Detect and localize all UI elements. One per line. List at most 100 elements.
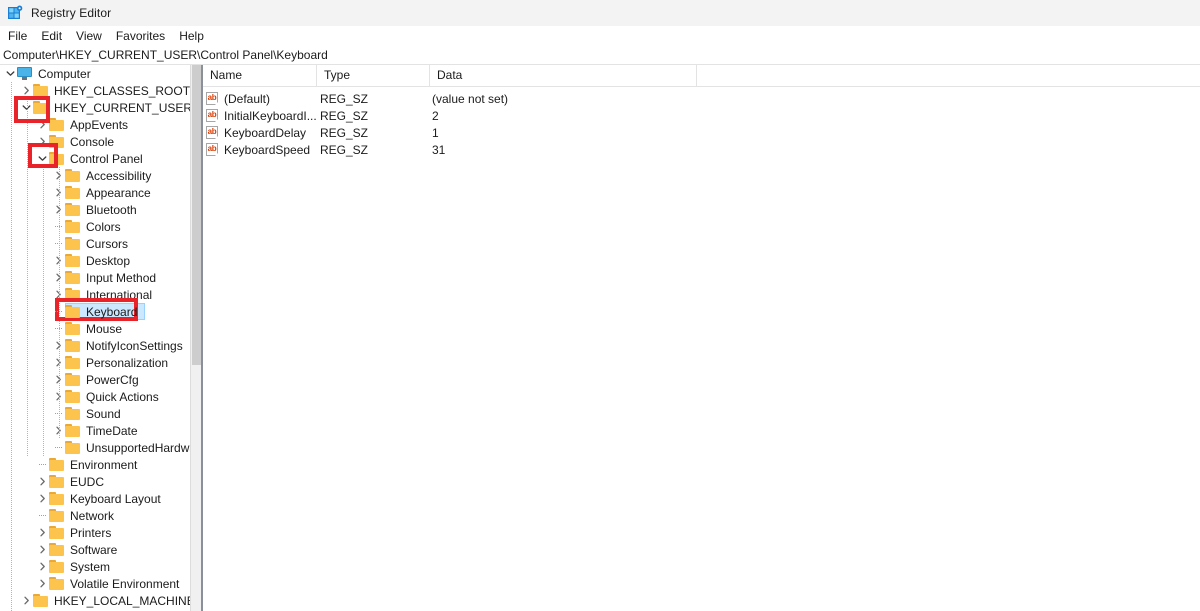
tree-item-label: UnsupportedHardwareN bbox=[85, 441, 190, 455]
chevron-right-icon[interactable] bbox=[36, 575, 49, 592]
tree-item-label: HKEY_CURRENT_USER bbox=[53, 101, 190, 115]
values-list-header: Name Type Data bbox=[203, 65, 1200, 87]
value-data: 2 bbox=[432, 109, 439, 123]
value-type: REG_SZ bbox=[320, 143, 430, 157]
value-type: REG_SZ bbox=[320, 126, 430, 140]
tree-item-cursors[interactable]: Cursors bbox=[0, 235, 190, 252]
tree-item-hkey-current-user[interactable]: HKEY_CURRENT_USER bbox=[0, 99, 190, 116]
column-data[interactable]: Data bbox=[430, 65, 697, 86]
folder-icon bbox=[65, 424, 81, 437]
tree-item-unsupportedhardwaren[interactable]: UnsupportedHardwareN bbox=[0, 439, 190, 456]
chevron-right-icon[interactable] bbox=[20, 82, 33, 99]
menu-edit[interactable]: Edit bbox=[34, 27, 69, 45]
tree-item-colors[interactable]: Colors bbox=[0, 218, 190, 235]
tree-item-powercfg[interactable]: PowerCfg bbox=[0, 371, 190, 388]
tree-item-label: TimeDate bbox=[85, 424, 138, 438]
value-name: KeyboardDelay bbox=[224, 126, 335, 140]
title-bar: Registry Editor bbox=[0, 0, 1200, 26]
tree-item-appearance[interactable]: Appearance bbox=[0, 184, 190, 201]
tree-item-label: NotifyIconSettings bbox=[85, 339, 183, 353]
tree-item-printers[interactable]: Printers bbox=[0, 524, 190, 541]
content-panes: ComputerHKEY_CLASSES_ROOT HKEY_CURRENT_US… bbox=[0, 65, 1200, 611]
chevron-right-icon[interactable] bbox=[36, 541, 49, 558]
table-row[interactable]: ab KeyboardSpeedREG_SZ31 bbox=[203, 141, 1200, 158]
string-value-icon: ab bbox=[206, 92, 219, 105]
tree-item-label: HKEY_LOCAL_MACHINE bbox=[53, 594, 190, 608]
table-row[interactable]: ab(Default)REG_SZ(value not set) bbox=[203, 90, 1200, 107]
tree-item-label: Personalization bbox=[85, 356, 168, 370]
folder-icon bbox=[49, 509, 65, 522]
table-row[interactable]: abInitialKeyboardI...REG_SZ2 bbox=[203, 107, 1200, 124]
registry-tree[interactable]: ComputerHKEY_CLASSES_ROOT HKEY_CURRENT_US… bbox=[0, 65, 190, 611]
tree-item-quick-actions[interactable]: Quick Actions bbox=[0, 388, 190, 405]
chevron-right-icon[interactable] bbox=[36, 473, 49, 490]
folder-icon bbox=[65, 220, 81, 233]
tree-item-sound[interactable]: Sound bbox=[0, 405, 190, 422]
tree-item-international[interactable]: International bbox=[0, 286, 190, 303]
tree-item-hkey-classes-root[interactable]: HKEY_CLASSES_ROOT bbox=[0, 82, 190, 99]
chevron-right-icon[interactable] bbox=[36, 116, 49, 133]
folder-icon bbox=[65, 356, 81, 369]
menu-view[interactable]: View bbox=[69, 27, 109, 45]
tree-item-console[interactable]: Console bbox=[0, 133, 190, 150]
column-name[interactable]: Name bbox=[203, 65, 317, 86]
folder-icon bbox=[65, 322, 81, 335]
chevron-right-icon[interactable] bbox=[36, 558, 49, 575]
value-name: KeyboardSpeed bbox=[224, 143, 335, 157]
tree-item-notifyiconsettings[interactable]: NotifyIconSettings bbox=[0, 337, 190, 354]
tree-item-keyboard[interactable]: Keyboard bbox=[0, 303, 190, 320]
window-title: Registry Editor bbox=[31, 6, 111, 20]
tree-item-label: Computer bbox=[37, 67, 91, 81]
folder-icon bbox=[49, 152, 65, 165]
tree-item-volatile-environment[interactable]: Volatile Environment bbox=[0, 575, 190, 592]
chevron-right-icon[interactable] bbox=[36, 524, 49, 541]
tree-item-system[interactable]: System bbox=[0, 558, 190, 575]
tree-item-desktop[interactable]: Desktop bbox=[0, 252, 190, 269]
tree-item-personalization[interactable]: Personalization bbox=[0, 354, 190, 371]
column-type[interactable]: Type bbox=[317, 65, 430, 86]
tree-item-environment[interactable]: Environment bbox=[0, 456, 190, 473]
folder-icon bbox=[33, 101, 49, 114]
tree-item-network[interactable]: Network bbox=[0, 507, 190, 524]
tree-item-appevents[interactable]: AppEvents bbox=[0, 116, 190, 133]
value-data: 31 bbox=[432, 143, 445, 157]
tree-item-label: Control Panel bbox=[69, 152, 143, 166]
chevron-right-icon[interactable] bbox=[36, 490, 49, 507]
folder-icon bbox=[49, 475, 65, 488]
tree-item-label: Volatile Environment bbox=[69, 577, 179, 591]
chevron-down-icon[interactable] bbox=[4, 65, 17, 82]
tree-scrollbar-thumb[interactable] bbox=[192, 65, 201, 365]
tree-item-computer[interactable]: Computer bbox=[0, 65, 190, 82]
tree-item-label: International bbox=[85, 288, 152, 302]
tree-item-label: Sound bbox=[85, 407, 121, 421]
tree-item-timedate[interactable]: TimeDate bbox=[0, 422, 190, 439]
tree-item-label: Input Method bbox=[85, 271, 156, 285]
folder-icon bbox=[49, 577, 65, 590]
tree-item-label: Quick Actions bbox=[85, 390, 159, 404]
address-bar[interactable]: Computer\HKEY_CURRENT_USER\Control Panel… bbox=[0, 46, 1200, 65]
tree-item-keyboard-layout[interactable]: Keyboard Layout bbox=[0, 490, 190, 507]
tree-item-accessibility[interactable]: Accessibility bbox=[0, 167, 190, 184]
tree-item-eudc[interactable]: EUDC bbox=[0, 473, 190, 490]
string-value-icon: ab bbox=[206, 143, 219, 156]
tree-item-control-panel[interactable]: Control Panel bbox=[0, 150, 190, 167]
chevron-right-icon[interactable] bbox=[36, 133, 49, 150]
tree-item-software[interactable]: Software bbox=[0, 541, 190, 558]
value-data: (value not set) bbox=[432, 92, 508, 106]
tree-item-label: Keyboard bbox=[85, 305, 137, 319]
folder-icon bbox=[65, 441, 81, 454]
menu-help[interactable]: Help bbox=[172, 27, 211, 45]
tree-item-label: AppEvents bbox=[69, 118, 128, 132]
folder-icon bbox=[65, 288, 81, 301]
chevron-down-icon[interactable] bbox=[36, 150, 49, 167]
tree-item-mouse[interactable]: Mouse bbox=[0, 320, 190, 337]
tree-item-hkey-local-machine[interactable]: HKEY_LOCAL_MACHINE bbox=[0, 592, 190, 609]
tree-item-bluetooth[interactable]: Bluetooth bbox=[0, 201, 190, 218]
tree-item-input-method[interactable]: Input Method bbox=[0, 269, 190, 286]
menu-file[interactable]: File bbox=[1, 27, 34, 45]
menu-favorites[interactable]: Favorites bbox=[109, 27, 172, 45]
chevron-right-icon[interactable] bbox=[20, 592, 33, 609]
tree-guide-line bbox=[11, 82, 12, 611]
folder-icon bbox=[65, 390, 81, 403]
table-row[interactable]: abKeyboardDelayREG_SZ1 bbox=[203, 124, 1200, 141]
